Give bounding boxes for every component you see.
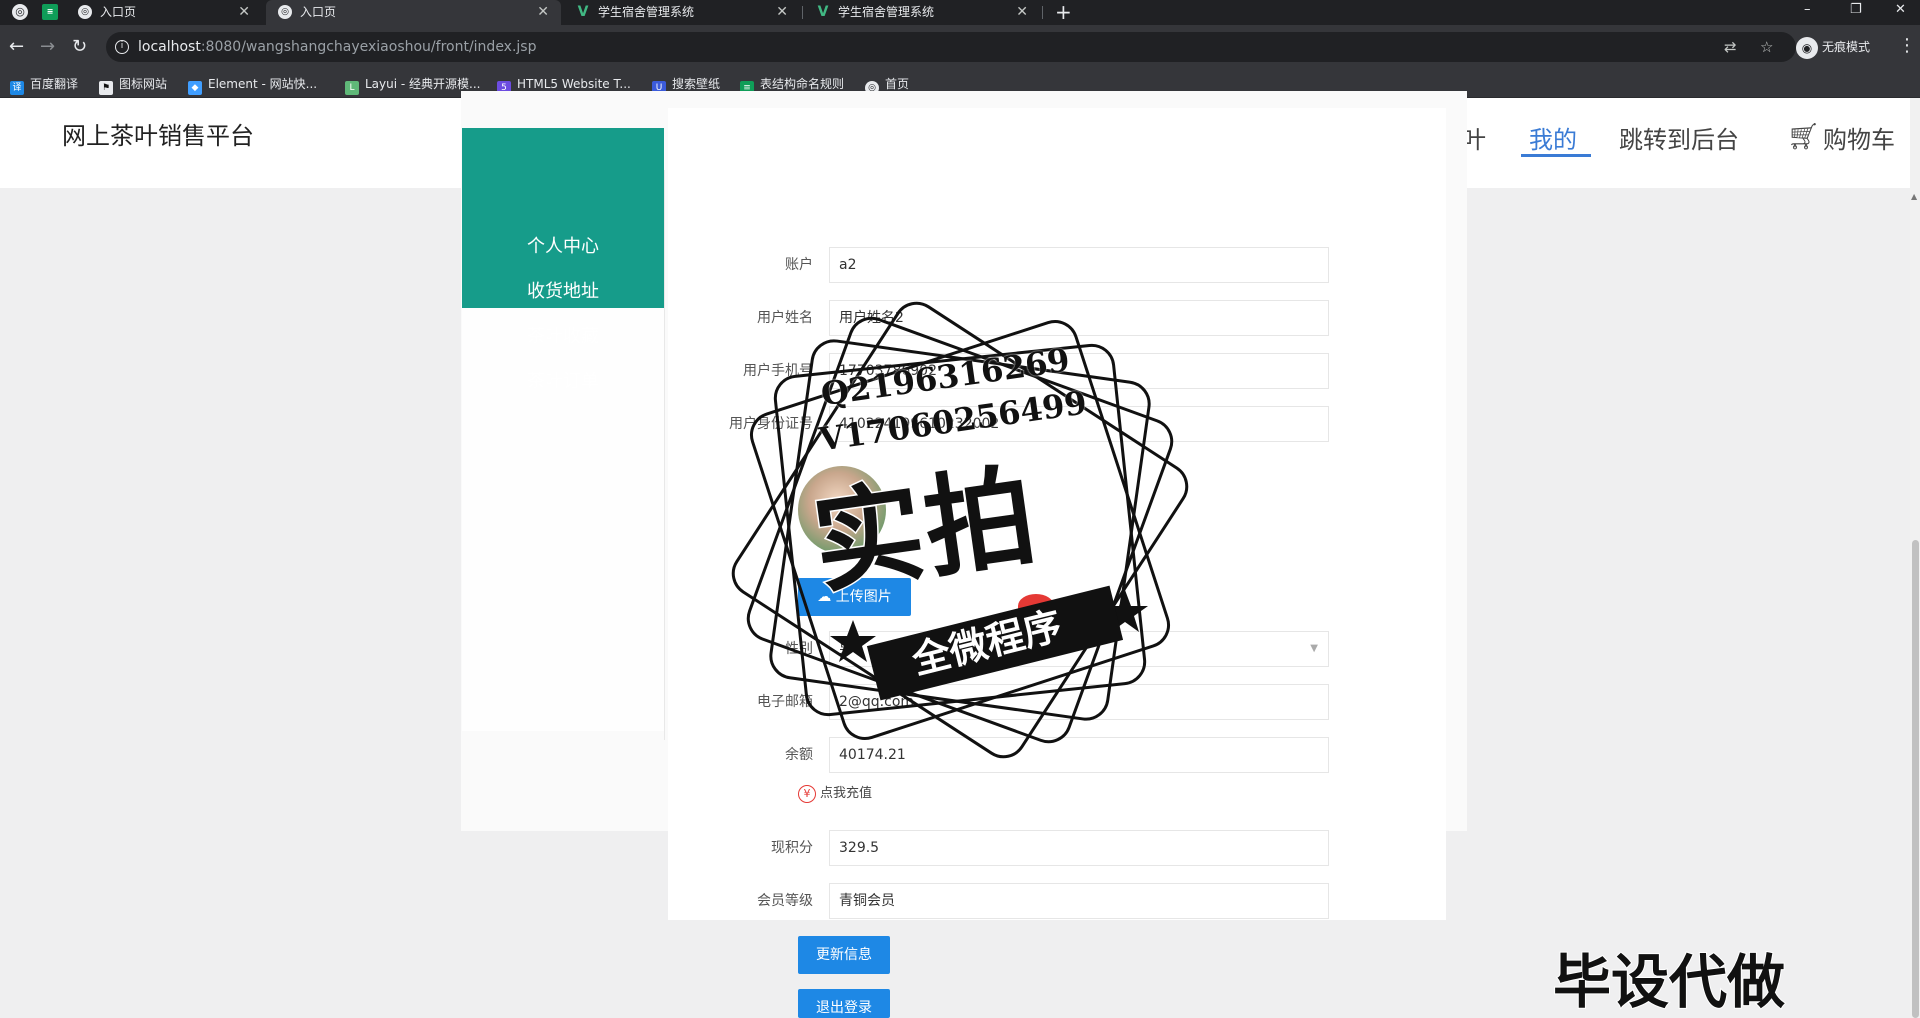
bookmark-item[interactable]: ◆ Element - 网站快... <box>188 75 317 95</box>
account-field[interactable]: a2 <box>829 247 1329 283</box>
member-level-label: 会员等级 <box>757 893 813 909</box>
email-label: 电子邮箱 <box>757 694 813 710</box>
tab-separator <box>1042 6 1043 19</box>
globe-icon: ◎ <box>78 5 92 19</box>
sidebar-item-address[interactable]: 收货地址 <box>462 280 664 304</box>
flag-icon: ⚑ <box>99 81 113 95</box>
sidebar-item-favorites[interactable]: 茶叶收藏 <box>462 325 664 349</box>
tab-entry-1[interactable]: ◎ 入口页 ✕ <box>66 0 262 25</box>
user-sidebar: 个人中心 收货地址 茶叶收藏 茶叶订单 <box>462 128 664 392</box>
minimize-icon[interactable]: – <box>1804 0 1811 20</box>
bookmark-item[interactable]: 译百度翻译 <box>10 75 78 95</box>
tab-dorm-1[interactable]: V 学生宿舍管理系统 ✕ <box>564 0 800 25</box>
balance-field[interactable]: 40174.21 <box>829 737 1329 773</box>
tab-dorm-2[interactable]: V 学生宿舍管理系统 ✕ <box>804 0 1040 25</box>
tab-entry-2-active[interactable]: ◎ 入口页 ✕ <box>266 0 561 25</box>
back-arrow-icon[interactable]: ← <box>9 35 24 59</box>
nav-cart[interactable]: 购物车 <box>1823 120 1895 155</box>
corner-watermark-text: 毕设代做 <box>1552 947 1786 1017</box>
address-bar[interactable]: i localhost:8080/wangshangchayexiaoshou/… <box>106 32 1796 62</box>
vue-icon: V <box>577 4 589 20</box>
close-icon[interactable]: ✕ <box>238 0 250 25</box>
pinned-tab-icon[interactable]: ≡ <box>42 4 58 20</box>
scroll-up-arrow-icon[interactable]: ▲ <box>1911 192 1917 201</box>
incognito-indicator[interactable]: ◉ 无痕模式 <box>1796 34 1870 60</box>
close-icon[interactable]: ✕ <box>537 0 549 25</box>
profile-form <box>668 108 1446 920</box>
logout-button[interactable]: 退出登录 <box>798 989 890 1018</box>
points-label: 现积分 <box>771 840 813 856</box>
phone-label: 用户手机号 <box>743 363 813 379</box>
bookmark-star-icon[interactable]: ☆ <box>1760 38 1773 56</box>
browser-menu-icon[interactable]: ⋮ <box>1898 35 1916 57</box>
stamp-main-text: 实拍 <box>804 449 1047 610</box>
sidebar-item-orders[interactable]: 茶叶订单 <box>462 370 664 394</box>
incognito-icon: ◉ <box>1796 36 1818 59</box>
new-tab-plus-icon[interactable]: + <box>1055 0 1072 24</box>
account-label: 账户 <box>785 257 813 273</box>
translate-icon: 译 <box>10 81 24 95</box>
browser-tab-strip: ◎ ≡ ◎ 入口页 ✕ ◎ 入口页 ✕ V 学生宿舍管理系统 ✕ V 学生宿舍管… <box>0 0 1920 25</box>
vue-icon: V <box>817 4 829 20</box>
gender-label: 性别 <box>785 641 813 657</box>
update-info-button[interactable]: 更新信息 <box>798 936 890 974</box>
member-level-field[interactable]: 青铜会员 <box>829 883 1329 919</box>
close-icon[interactable]: ✕ <box>1016 0 1028 25</box>
globe-icon: ◎ <box>278 5 292 19</box>
tab-separator <box>802 6 803 19</box>
reload-icon[interactable]: ↻ <box>72 35 87 59</box>
nav-admin[interactable]: 跳转到后台 <box>1619 120 1739 155</box>
chevron-down-icon: ▼ <box>1310 643 1318 654</box>
layui-logo-icon: L <box>345 81 359 95</box>
cart-icon[interactable]: 🛒︎ <box>1787 122 1820 152</box>
bookmark-item[interactable]: ⚑ 图标网站 <box>99 75 167 95</box>
browser-toolbar: ← → ↻ i localhost:8080/wangshangchayexia… <box>0 25 1920 69</box>
element-logo-icon: ◆ <box>188 81 202 95</box>
sidebar-item-personal-center[interactable]: 个人中心 <box>462 235 664 259</box>
chrome-menu-icon[interactable]: ◎ <box>12 4 28 20</box>
recharge-link[interactable]: ¥ 点我充值 <box>798 784 872 804</box>
window-close-icon[interactable]: ✕ <box>1895 0 1906 20</box>
id-card-label: 用户身份证号 <box>729 416 813 432</box>
restore-icon[interactable]: ❐ <box>1850 0 1862 20</box>
nav-mine[interactable]: 我的 <box>1529 120 1577 155</box>
points-field[interactable]: 329.5 <box>829 830 1329 866</box>
balance-label: 余额 <box>785 747 813 763</box>
forward-arrow-icon[interactable]: → <box>40 35 55 59</box>
scrollbar-thumb[interactable] <box>1912 540 1919 1018</box>
name-label: 用户姓名 <box>757 310 813 326</box>
site-info-icon[interactable]: i <box>115 40 129 54</box>
active-nav-underline <box>1521 154 1591 157</box>
site-brand[interactable]: 网上茶叶销售平台 <box>62 116 254 151</box>
name-field[interactable]: 用户姓名2 <box>829 300 1329 336</box>
close-icon[interactable]: ✕ <box>776 0 788 25</box>
url-text[interactable]: localhost:8080/wangshangchayexiaoshou/fr… <box>138 32 537 62</box>
yen-icon: ¥ <box>798 785 816 803</box>
translate-icon[interactable]: ⇄ <box>1724 38 1737 56</box>
